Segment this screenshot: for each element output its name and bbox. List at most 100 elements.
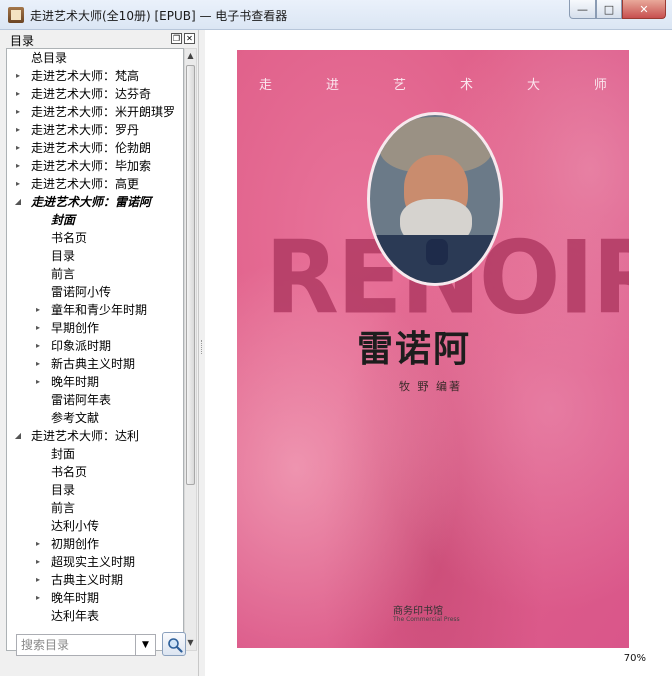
toc-item-label: 达利小传 xyxy=(51,519,100,533)
collapse-arrow-icon[interactable]: ◢ xyxy=(13,193,23,211)
toc-header: 目录 ❐ ✕ xyxy=(0,30,199,48)
collapse-arrow-icon[interactable]: ◢ xyxy=(13,427,23,445)
expand-arrow-icon[interactable]: ▸ xyxy=(33,553,43,571)
toc-item[interactable]: 雷诺阿年表 xyxy=(7,391,183,409)
toc-item[interactable]: ▸ 初期创作 xyxy=(7,535,183,553)
toc-item[interactable]: 书名页 xyxy=(7,463,183,481)
scroll-down-arrow-icon[interactable]: ▼ xyxy=(185,636,196,650)
zoom-level: 70% xyxy=(623,653,646,664)
expand-arrow-icon[interactable]: ▸ xyxy=(33,337,43,355)
app-book-icon xyxy=(8,7,24,23)
toc-item-label: 初期创作 xyxy=(51,537,100,551)
toc-item[interactable]: 前言 xyxy=(7,265,183,283)
toc-item[interactable]: 达利小传 xyxy=(7,517,183,535)
toc-item[interactable]: ▸ 新古典主义时期 xyxy=(7,355,183,373)
toc-item[interactable]: 参考文献 xyxy=(7,409,183,427)
series-char: 进 xyxy=(325,78,341,93)
toc-item[interactable]: ▸ 走进艺术大师：伦勃朗 xyxy=(7,139,183,157)
float-panel-icon[interactable]: ❐ xyxy=(171,33,182,44)
toc-item-label: 前言 xyxy=(51,501,76,515)
expand-arrow-icon[interactable]: ▸ xyxy=(13,67,23,85)
toc-search-input[interactable] xyxy=(16,634,136,656)
maximize-button[interactable]: □ xyxy=(596,0,622,19)
toc-item[interactable]: ▸ 走进艺术大师：达芬奇 xyxy=(7,85,183,103)
book-cover-page: 走 进 艺 术 大 师 RENOIR 雷诺阿 牧 野 编著 商务印书馆 The … xyxy=(237,50,629,648)
toc-item[interactable]: 目录 xyxy=(7,247,183,265)
author-line: 牧 野 编著 xyxy=(399,380,462,393)
search-history-dropdown[interactable]: ▼ xyxy=(136,634,156,656)
series-char: 大 xyxy=(526,78,542,93)
scroll-thumb[interactable] xyxy=(186,65,195,485)
toc-item-label: 超现实主义时期 xyxy=(51,555,136,569)
toc-item[interactable]: ◢ 走进艺术大师：雷诺阿 xyxy=(7,193,183,211)
toc-item[interactable]: ▸ 走进艺术大师：罗丹 xyxy=(7,121,183,139)
toc-item[interactable]: ▸ 晚年时期 xyxy=(7,373,183,391)
toc-item-label: 雷诺阿年表 xyxy=(51,393,112,407)
expand-arrow-icon[interactable]: ▸ xyxy=(13,103,23,121)
expand-arrow-icon[interactable]: ▸ xyxy=(33,355,43,373)
toc-item[interactable]: 封面 xyxy=(7,211,183,229)
toc-item[interactable]: ▸ 走进艺术大师：高更 xyxy=(7,175,183,193)
search-button[interactable] xyxy=(162,632,186,656)
window-controls: — □ ✕ xyxy=(569,0,666,19)
window-title: 走进艺术大师(全10册) [EPUB] — 电子书查看器 xyxy=(30,9,288,23)
toc-item-label: 走进艺术大师：米开朗琪罗 xyxy=(31,105,176,119)
expand-arrow-icon[interactable]: ▸ xyxy=(33,535,43,553)
toc-item[interactable]: ▸ 走进艺术大师：梵高 xyxy=(7,67,183,85)
chinese-artist-name: 雷诺阿 xyxy=(357,328,472,370)
expand-arrow-icon[interactable]: ▸ xyxy=(33,571,43,589)
close-panel-icon[interactable]: ✕ xyxy=(184,33,195,44)
series-char: 师 xyxy=(593,78,609,93)
expand-arrow-icon[interactable]: ▸ xyxy=(13,121,23,139)
expand-arrow-icon[interactable]: ▸ xyxy=(13,85,23,103)
series-title: 走 进 艺 术 大 师 xyxy=(259,74,609,93)
scroll-up-arrow-icon[interactable]: ▲ xyxy=(185,49,196,63)
book-viewer: 走 进 艺 术 大 师 RENOIR 雷诺阿 牧 野 编著 商务印书馆 The … xyxy=(205,30,672,676)
expand-arrow-icon[interactable]: ▸ xyxy=(13,157,23,175)
toc-item-label: 总目录 xyxy=(31,51,68,65)
close-button[interactable]: ✕ xyxy=(622,0,666,19)
toc-item-label: 书名页 xyxy=(51,231,88,245)
expand-arrow-icon[interactable]: ▸ xyxy=(13,139,23,157)
toc-item-label: 走进艺术大师：梵高 xyxy=(31,69,140,83)
toc-item-label: 走进艺术大师：伦勃朗 xyxy=(31,141,152,155)
expand-arrow-icon[interactable]: ▸ xyxy=(33,373,43,391)
toc-item[interactable]: 达利年表 xyxy=(7,607,183,625)
expand-arrow-icon[interactable]: ▸ xyxy=(33,319,43,337)
toc-item[interactable]: 雷诺阿小传 xyxy=(7,283,183,301)
toc-item-label: 印象派时期 xyxy=(51,339,112,353)
toc-item[interactable]: ◢ 走进艺术大师：达利 xyxy=(7,427,183,445)
toc-item[interactable]: ▸ 印象派时期 xyxy=(7,337,183,355)
toc-item[interactable]: ▸ 走进艺术大师：毕加索 xyxy=(7,157,183,175)
toc-item[interactable]: ▸ 早期创作 xyxy=(7,319,183,337)
toc-tree[interactable]: 总目录 ▸ 走进艺术大师：梵高 ▸ 走进艺术大师：达芬奇 ▸ 走进艺术大师：米开朗琪罗 ▸ 走进… xyxy=(6,48,184,651)
toc-item-label: 前言 xyxy=(51,267,76,281)
splitter-grip[interactable] xyxy=(201,340,203,354)
toc-panel: 目录 ❐ ✕ 总目录 ▸ 走进艺术大师：梵高 ▸ 走进艺术大师：达芬奇 ▸ 走进艺术大师：米… xyxy=(0,30,199,676)
toc-item-label: 雷诺阿小传 xyxy=(51,285,112,299)
toc-item-label: 早期创作 xyxy=(51,321,100,335)
expand-arrow-icon[interactable]: ▸ xyxy=(33,301,43,319)
toc-item[interactable]: ▸ 晚年时期 xyxy=(7,589,183,607)
toc-item[interactable]: ▸ 童年和青少年时期 xyxy=(7,301,183,319)
toc-item-label: 目录 xyxy=(51,483,76,497)
toc-item[interactable]: ▸ 走进艺术大师：米开朗琪罗 xyxy=(7,103,183,121)
minimize-button[interactable]: — xyxy=(569,0,596,19)
toc-scrollbar[interactable]: ▲ ▼ xyxy=(184,48,197,651)
toc-item-label: 走进艺术大师：罗丹 xyxy=(31,123,140,137)
search-icon xyxy=(168,638,183,653)
toc-item-label: 封面 xyxy=(51,447,76,461)
toc-item[interactable]: 前言 xyxy=(7,499,183,517)
toc-item[interactable]: ▸ 古典主义时期 xyxy=(7,571,183,589)
toc-item-label: 目录 xyxy=(51,249,76,263)
toc-item[interactable]: 封面 xyxy=(7,445,183,463)
toc-item[interactable]: 总目录 xyxy=(7,49,183,67)
expand-arrow-icon[interactable]: ▸ xyxy=(13,175,23,193)
expand-arrow-icon[interactable]: ▸ xyxy=(33,589,43,607)
toc-item-label: 参考文献 xyxy=(51,411,100,425)
toc-item[interactable]: 书名页 xyxy=(7,229,183,247)
series-char: 术 xyxy=(459,78,475,93)
toc-item[interactable]: 目录 xyxy=(7,481,183,499)
toc-item[interactable]: ▸ 超现实主义时期 xyxy=(7,553,183,571)
toc-item-label: 书名页 xyxy=(51,465,88,479)
